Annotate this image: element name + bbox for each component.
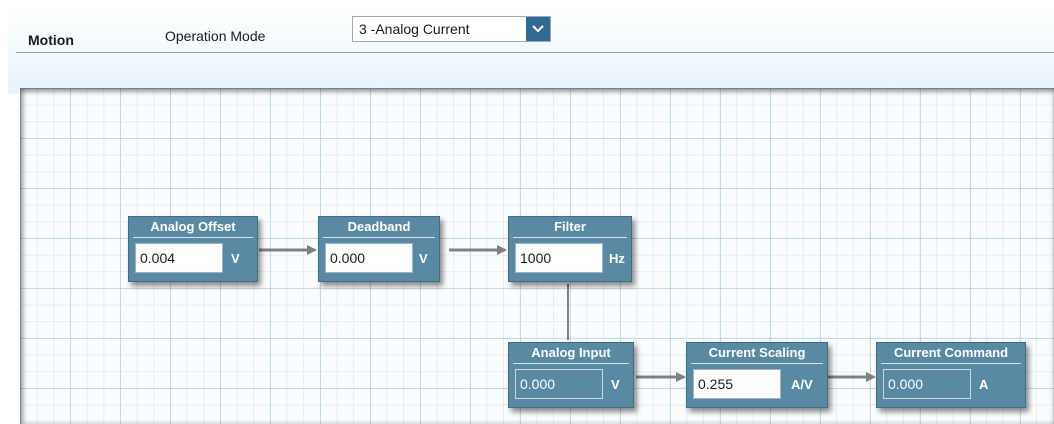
deadband-unit: V [419,251,428,266]
page-title: Motion [28,32,74,48]
block-divider [513,363,629,364]
current-command-value: 0.000 [883,369,971,399]
block-divider [513,237,627,238]
analog-input-value: 0.000 [515,369,603,399]
filter-block: Filter 1000 Hz [508,216,632,282]
analog-input-unit: V [611,377,620,392]
analog-offset-title: Analog Offset [150,219,236,234]
block-divider [133,237,253,238]
header-divider [16,52,1054,53]
filter-input[interactable]: 1000 [515,243,603,273]
analog-offset-input[interactable]: 0.004 [135,243,223,273]
operation-mode-label: Operation Mode [165,28,266,44]
motion-panel: Motion Operation Mode 3 -Analog Current … [0,0,1054,424]
current-command-title: Current Command [893,345,1009,360]
current-scaling-title: Current Scaling [708,345,806,360]
current-scaling-unit: A/V [791,377,813,392]
deadband-input[interactable]: 0.000 [325,243,413,273]
analog-offset-unit: V [231,251,240,266]
chevron-down-icon[interactable] [526,17,550,41]
current-scaling-block: Current Scaling 0.255 A/V [686,342,828,408]
operation-mode-value: 3 -Analog Current [359,21,470,37]
filter-unit: Hz [609,251,625,266]
header-bar: Motion Operation Mode 3 -Analog Current [8,8,1054,94]
block-divider [691,363,823,364]
deadband-title: Deadband [347,219,411,234]
deadband-block: Deadband 0.000 V [318,216,440,282]
block-divider [881,363,1021,364]
filter-title: Filter [554,219,586,234]
analog-input-block: Analog Input 0.000 V [508,342,634,408]
current-scaling-input[interactable]: 0.255 [693,369,781,399]
analog-input-title: Analog Input [531,345,611,360]
analog-offset-block: Analog Offset 0.004 V [128,216,258,282]
operation-mode-select[interactable]: 3 -Analog Current [352,16,551,42]
current-command-unit: A [979,377,989,392]
block-divider [323,237,435,238]
current-command-block: Current Command 0.000 A [876,342,1026,408]
